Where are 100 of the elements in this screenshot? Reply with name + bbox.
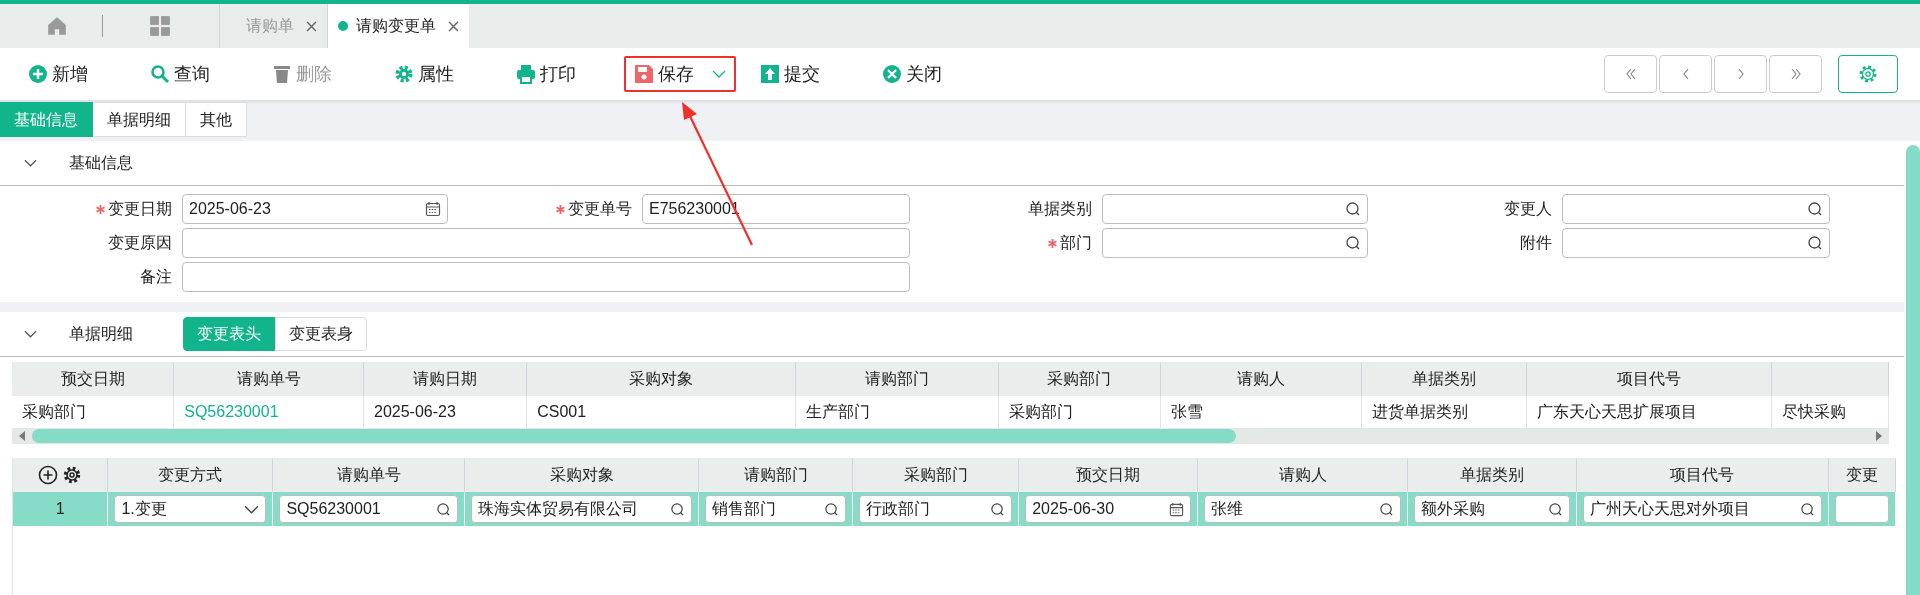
search-icon[interactable] bbox=[1345, 201, 1361, 217]
add-icon bbox=[28, 64, 48, 84]
column-header: 采购部门 bbox=[903, 465, 968, 483]
column-header: 单据类别 bbox=[1460, 465, 1525, 483]
input-field[interactable] bbox=[1562, 194, 1830, 224]
scrollbar-thumb[interactable] bbox=[1906, 145, 1920, 595]
calendar-icon[interactable] bbox=[1169, 501, 1185, 517]
toolbar-button[interactable]: 打印 bbox=[506, 56, 586, 92]
column-header: 采购对象 bbox=[549, 465, 614, 483]
column-header: 预交日期 bbox=[1076, 465, 1141, 483]
input-field[interactable]: 2025-06-30 bbox=[1025, 495, 1192, 523]
table-cell: 采购部门 bbox=[1008, 402, 1073, 420]
settings-icon bbox=[1857, 63, 1879, 85]
table-cell: 2025-06-23 bbox=[374, 403, 456, 420]
chevron-icon[interactable] bbox=[24, 159, 37, 167]
trash-icon bbox=[272, 64, 292, 84]
column-header: 请购人 bbox=[1236, 369, 1285, 387]
scrollbar-thumb[interactable] bbox=[32, 429, 1236, 443]
table-cell: CS001 bbox=[537, 403, 587, 420]
settings-icon[interactable] bbox=[62, 465, 83, 485]
input-field[interactable] bbox=[182, 228, 910, 258]
column-header: 请购部门 bbox=[743, 465, 808, 483]
input-field[interactable]: SQ56230001 bbox=[279, 495, 459, 523]
row-number: 1 bbox=[55, 500, 65, 517]
close-icon bbox=[882, 64, 902, 84]
input-field[interactable] bbox=[182, 262, 910, 292]
table-cell: 进货单据类别 bbox=[1372, 402, 1469, 420]
input-field[interactable] bbox=[1102, 228, 1368, 258]
input-field[interactable]: 行政部门 bbox=[859, 495, 1013, 523]
toolbar-button[interactable]: 属性 bbox=[384, 56, 464, 92]
column-header: 变更 bbox=[1845, 465, 1878, 483]
column-header: 项目代号 bbox=[1670, 465, 1735, 483]
column-header: 项目代号 bbox=[1616, 369, 1681, 387]
search-icon[interactable] bbox=[1807, 235, 1823, 251]
column-header: 变更方式 bbox=[158, 465, 223, 483]
input-field[interactable]: 珠海实体贸易有限公司 bbox=[471, 495, 693, 523]
search-icon[interactable] bbox=[670, 501, 686, 517]
dropdown-field[interactable]: 1.变更 bbox=[114, 495, 267, 523]
input-field[interactable]: 张维 bbox=[1204, 495, 1402, 523]
column-header: 预交日期 bbox=[60, 369, 125, 387]
column-header: 请购日期 bbox=[413, 369, 478, 387]
column-header: 请购单号 bbox=[336, 465, 401, 483]
scroll-right-icon[interactable] bbox=[1875, 430, 1883, 442]
section-title: 单据明细 bbox=[69, 323, 133, 344]
column-header: 采购对象 bbox=[629, 369, 694, 387]
close-icon[interactable] bbox=[448, 20, 459, 32]
section-tab[interactable]: 其他 bbox=[186, 102, 247, 137]
column-header: 请购人 bbox=[1278, 465, 1327, 483]
printer-icon bbox=[516, 64, 536, 84]
input-field[interactable]: 2025-06-23 bbox=[182, 194, 448, 224]
field-label: 变更日期 bbox=[108, 198, 172, 219]
column-header: 请购单号 bbox=[236, 369, 301, 387]
table-cell: 生产部门 bbox=[806, 402, 871, 420]
field-label: 备注 bbox=[140, 266, 172, 287]
search-icon[interactable] bbox=[1548, 501, 1563, 517]
section-title: 基础信息 bbox=[69, 152, 133, 173]
search-icon[interactable] bbox=[1799, 501, 1815, 517]
search-icon bbox=[150, 64, 170, 84]
table-cell: 采购部门 bbox=[22, 402, 86, 420]
scroll-left-icon[interactable] bbox=[18, 430, 26, 442]
section-tab[interactable]: 单据明细 bbox=[93, 102, 186, 137]
table-cell: 广东天心天思扩展项目 bbox=[1536, 402, 1697, 420]
search-icon[interactable] bbox=[1345, 235, 1361, 251]
column-header: 单据类别 bbox=[1412, 369, 1476, 387]
input-field[interactable]: 广州天心天思对外项目 bbox=[1583, 495, 1822, 523]
toolbar-button[interactable]: 保存 bbox=[624, 56, 736, 92]
search-icon[interactable] bbox=[1379, 501, 1395, 517]
calendar-icon[interactable] bbox=[425, 201, 441, 217]
field-label: 部门 bbox=[1060, 232, 1092, 253]
field-label: 附件 bbox=[1520, 232, 1552, 253]
gear-icon bbox=[394, 64, 414, 84]
input-field[interactable] bbox=[1562, 228, 1830, 258]
toolbar-button[interactable]: 新增 bbox=[18, 56, 98, 92]
input-field[interactable] bbox=[1834, 495, 1889, 523]
toolbar-button[interactable]: 关闭 bbox=[872, 56, 952, 92]
input-field[interactable]: 额外采购 bbox=[1414, 495, 1570, 523]
upload-icon bbox=[760, 64, 780, 84]
add-row-icon[interactable] bbox=[38, 465, 59, 485]
column-header: 采购部门 bbox=[1047, 369, 1112, 387]
table-cell: 张雪 bbox=[1170, 402, 1203, 420]
sub-tab[interactable]: 变更表身 bbox=[275, 317, 367, 351]
input-field[interactable] bbox=[1102, 194, 1368, 224]
chevron-icon[interactable] bbox=[24, 330, 37, 338]
document-tab[interactable]: 请购变更单 bbox=[327, 4, 469, 48]
search-icon[interactable] bbox=[990, 501, 1006, 517]
settings-button[interactable] bbox=[1838, 55, 1898, 93]
search-icon[interactable] bbox=[824, 501, 840, 517]
search-icon[interactable] bbox=[436, 501, 452, 517]
active-dot bbox=[338, 21, 348, 31]
field-label: 单据类别 bbox=[1028, 198, 1092, 219]
field-label: 变更单号 bbox=[568, 198, 632, 219]
toolbar-button[interactable]: 提交 bbox=[750, 56, 830, 92]
table-cell: 尽快采购 bbox=[1781, 402, 1846, 420]
field-label: 变更原因 bbox=[108, 232, 172, 253]
field-label: 变更人 bbox=[1504, 198, 1552, 219]
search-icon[interactable] bbox=[1807, 201, 1823, 217]
input-field[interactable]: 销售部门 bbox=[705, 495, 847, 523]
close-icon[interactable] bbox=[306, 20, 317, 32]
column-header: 请购部门 bbox=[865, 369, 930, 387]
toolbar-button[interactable]: 查询 bbox=[140, 56, 220, 92]
